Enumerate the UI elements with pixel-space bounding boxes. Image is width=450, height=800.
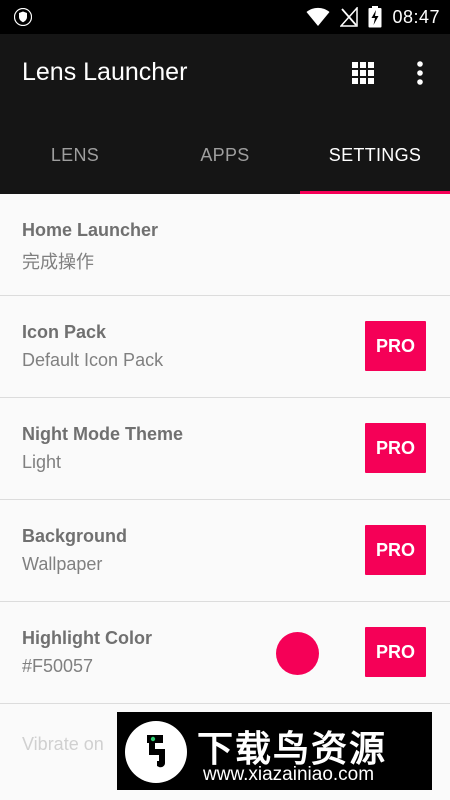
pro-button[interactable]: PRO: [365, 423, 426, 473]
watermark-banner: 下载鸟资源 www.xiazainiao.com: [117, 712, 432, 790]
watermark-url: www.xiazainiao.com: [203, 764, 375, 785]
setting-subtitle: Light: [22, 452, 62, 472]
tab-lens[interactable]: LENS: [0, 116, 150, 194]
pro-button[interactable]: PRO: [365, 321, 426, 371]
setting-subtitle: Default Icon Pack: [22, 350, 164, 370]
status-time: 08:47: [392, 6, 440, 27]
no-signal-icon: [340, 7, 359, 27]
grid-icon[interactable]: [350, 60, 376, 86]
bird-icon: [147, 735, 165, 768]
setting-subtitle: #F50057: [22, 656, 94, 676]
pro-button[interactable]: PRO: [365, 525, 426, 575]
setting-title: Home Launcher: [22, 220, 159, 240]
setting-title: Highlight Color: [22, 628, 152, 648]
wifi-icon: [306, 7, 330, 26]
setting-icon-pack[interactable]: Icon Pack Default Icon Pack PRO: [0, 296, 450, 398]
setting-title: Background: [22, 526, 128, 546]
status-icons: 08:47: [306, 6, 440, 28]
tab-apps[interactable]: APPS: [150, 116, 300, 194]
tab-settings[interactable]: SETTINGS: [300, 116, 450, 194]
setting-title: Night Mode Theme: [22, 424, 183, 444]
setting-title: Vibrate on: [22, 734, 104, 754]
pro-button[interactable]: PRO: [365, 627, 426, 677]
setting-background[interactable]: Background Wallpaper PRO: [0, 500, 450, 602]
setting-home-launcher[interactable]: Home Launcher 完成操作: [0, 194, 450, 296]
status-bar: 08:47: [0, 0, 450, 34]
color-swatch[interactable]: [276, 632, 319, 675]
app-bar: Lens Launcher: [0, 34, 450, 116]
setting-subtitle: Wallpaper: [22, 554, 103, 574]
app-title: Lens Launcher: [22, 58, 188, 86]
shield-icon: [14, 8, 32, 26]
setting-title: Icon Pack: [22, 322, 107, 342]
settings-list: Home Launcher 完成操作 Icon Pack Default Ico…: [0, 194, 450, 800]
setting-subtitle: 完成操作: [22, 252, 94, 272]
battery-charging-icon: [368, 6, 382, 28]
setting-highlight-color[interactable]: Highlight Color #F50057 PRO: [0, 602, 450, 704]
more-vert-icon[interactable]: [410, 60, 430, 86]
watermark-logo: [125, 721, 187, 783]
tab-bar: LENS APPS SETTINGS: [0, 116, 450, 194]
setting-night-mode-theme[interactable]: Night Mode Theme Light PRO: [0, 398, 450, 500]
